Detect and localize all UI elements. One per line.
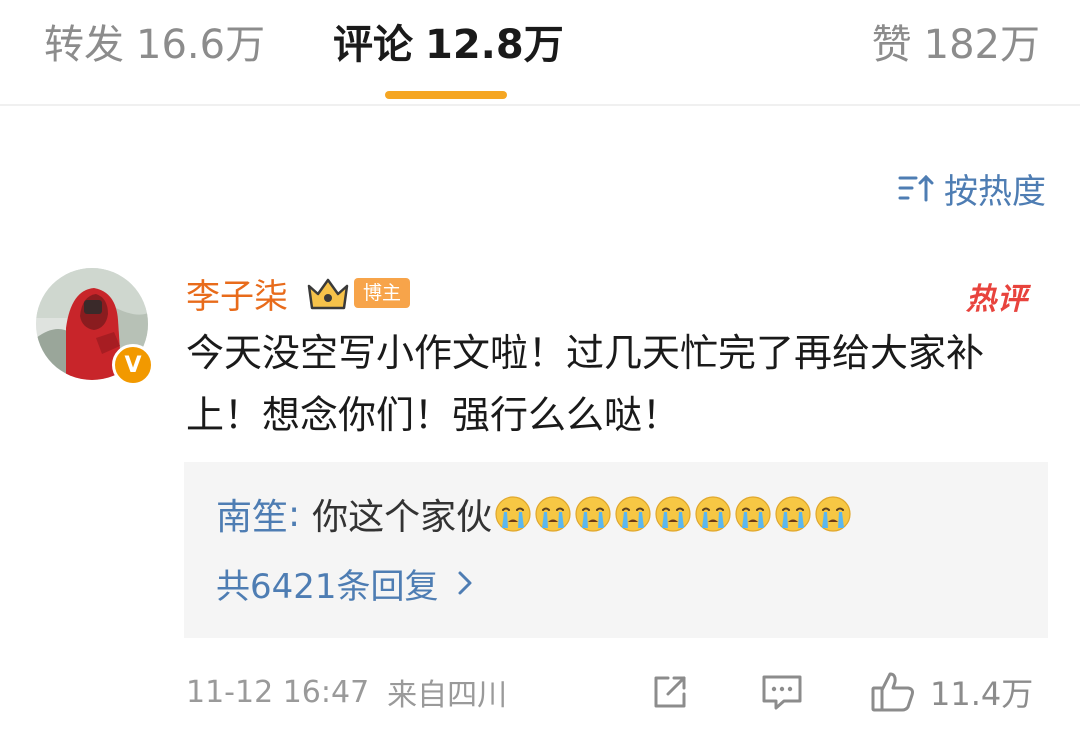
verified-badge: V [112,344,154,386]
reply-preview[interactable]: 南笙 : 你这个家伙 共6421条回复 [184,462,1048,638]
author-avatar-wrap: V [36,268,154,386]
crying-face-emoji [735,496,771,532]
share-icon [654,676,686,708]
reply-separator: : [288,493,301,535]
tab-likes[interactable]: 赞 182万 [872,18,1040,72]
tab-likes-count: 182万 [923,22,1040,68]
crying-face-emoji [495,496,531,532]
chevron-right-icon [458,571,472,595]
comment-meta: 11-12 16:47 来自四川 [186,668,507,716]
like-button[interactable]: 11.4万 [870,666,1033,718]
tab-repost-label: 转发 [44,22,124,68]
comment-icon [762,675,802,710]
crying-face-emoji [615,496,651,532]
tab-bar: 转发 16.6万 评论 12.8万 赞 182万 [0,0,1080,106]
reply-button[interactable] [760,666,804,718]
author-role-tag: 博主 [354,278,411,308]
crying-face-emoji [695,496,731,532]
crying-face-emoji [775,496,811,532]
crying-face-emoji [575,496,611,532]
reply-emoji-row [494,495,854,533]
crown-icon [307,278,349,310]
tab-repost-count: 16.6万 [136,22,266,68]
tab-repost[interactable]: 转发 16.6万 [44,18,265,72]
like-count: 11.4万 [930,675,1034,713]
reply-text: 你这个家伙 [312,497,493,538]
author-name[interactable]: 李子柒 [186,269,288,318]
tab-comments[interactable]: 评论 12.8万 [333,18,564,72]
crying-face-emoji [655,496,691,532]
view-more-replies-link[interactable]: 共6421条回复 [216,558,473,608]
reply-line: 南笙 : 你这个家伙 [216,488,854,540]
tab-likes-label: 赞 [871,22,912,68]
comment-text: 今天没空写小作文啦！过几天忙完了再给大家补上！想念你们！强行么么哒！ [186,331,985,437]
comments-page: 转发 16.6万 评论 12.8万 赞 182万 按热度 V 李子柒 博主 热评… [0,0,1080,734]
comment-date: 11-12 16:47 [186,674,370,710]
sort-icon [898,174,934,202]
sort-by-hotness-button[interactable]: 按热度 [898,166,1046,212]
crying-face-emoji [535,496,571,532]
more-replies-label: 共6421条回复 [216,566,439,607]
author-row: 李子柒 博主 [186,269,411,318]
hot-comment-badge: 热评 [966,282,1028,317]
comment-location: 来自四川 [387,678,508,713]
sort-label: 按热度 [944,171,1046,212]
crying-face-emoji [815,496,851,532]
share-button[interactable] [650,666,690,718]
tab-comments-count: 12.8万 [425,22,564,68]
reply-author[interactable]: 南笙 [216,488,288,540]
thumbs-up-icon [871,672,914,712]
tab-comments-label: 评论 [333,22,413,68]
active-tab-indicator [385,91,507,99]
